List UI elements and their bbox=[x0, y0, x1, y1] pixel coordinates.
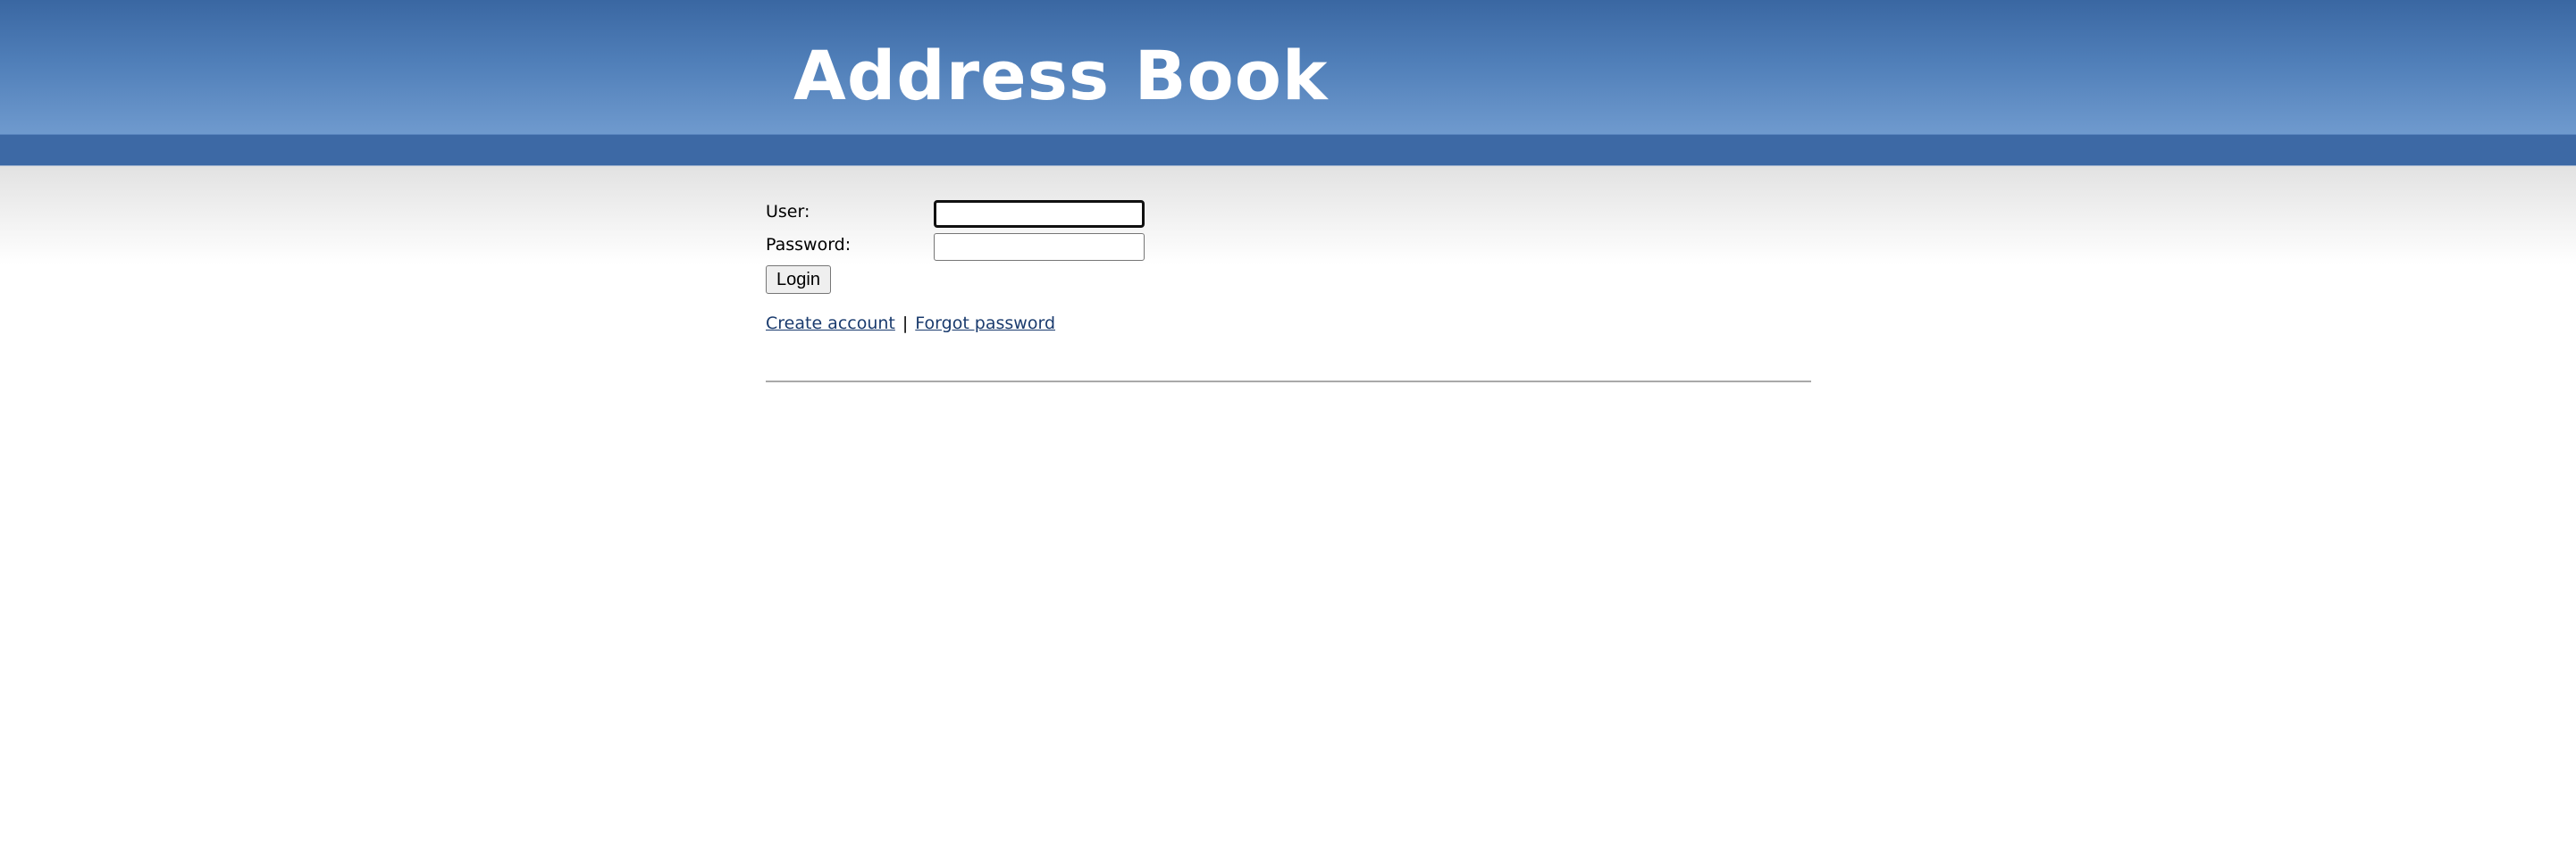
password-input[interactable] bbox=[934, 233, 1145, 261]
header-nav-bar bbox=[0, 134, 2576, 166]
user-input[interactable] bbox=[934, 200, 1145, 228]
login-button[interactable]: Login bbox=[766, 265, 831, 294]
create-account-link[interactable]: Create account bbox=[766, 314, 895, 333]
password-label: Password: bbox=[766, 235, 852, 255]
forgot-password-link[interactable]: Forgot password bbox=[915, 314, 1055, 333]
app-logo-title: Address Book bbox=[793, 36, 1329, 115]
link-separator: | bbox=[902, 314, 909, 333]
content-background bbox=[0, 166, 2576, 264]
content-divider bbox=[766, 381, 1811, 382]
user-label: User: bbox=[766, 202, 810, 222]
account-links: Create account | Forgot password bbox=[766, 314, 1055, 333]
page-header: Address Book bbox=[0, 0, 2576, 134]
